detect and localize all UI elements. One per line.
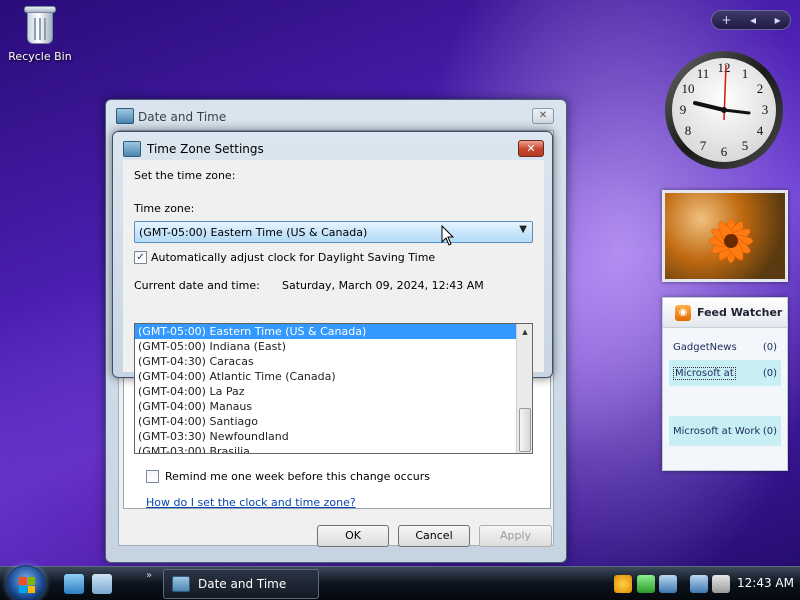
recycle-bin-desktop-icon[interactable]: Recycle Bin bbox=[6, 4, 74, 63]
set-time-zone-label: Set the time zone: bbox=[134, 169, 236, 182]
list-item[interactable]: (GMT-05:00) Indiana (East) bbox=[135, 339, 532, 354]
list-item[interactable]: (GMT-05:00) Eastern Time (US & Canada) bbox=[135, 324, 532, 339]
sync-icon[interactable] bbox=[637, 575, 655, 593]
taskbar-item-date-and-time[interactable]: Date and Time bbox=[163, 569, 319, 599]
remind-row: Remind me one week before this change oc… bbox=[146, 470, 430, 483]
clock-gadget[interactable]: 12 1 2 3 4 5 6 7 8 9 10 11 bbox=[663, 47, 785, 173]
slideshow-gadget[interactable] bbox=[662, 190, 788, 282]
clock-number-2: 2 bbox=[757, 81, 764, 96]
feed-watcher-gadget[interactable]: ◉ Feed Watcher GadgetNews (0) Microsoft … bbox=[662, 297, 788, 471]
clock-number-10: 10 bbox=[682, 81, 695, 96]
feed-item[interactable] bbox=[669, 386, 781, 416]
sidebar-controls: + ◂ ▸ bbox=[711, 10, 791, 30]
feed-item[interactable]: GadgetNews (0) bbox=[669, 334, 781, 360]
clock-number-8: 8 bbox=[685, 123, 692, 138]
remind-checkbox[interactable] bbox=[146, 470, 159, 483]
list-item[interactable]: (GMT-03:00) Brasilia bbox=[135, 444, 532, 453]
display-icon[interactable] bbox=[690, 575, 708, 593]
window-title: Date and Time bbox=[138, 110, 227, 124]
clock-number-12: 12 bbox=[718, 60, 731, 75]
ok-button[interactable]: OK bbox=[317, 525, 389, 547]
feed-watcher-title: Feed Watcher bbox=[697, 306, 783, 319]
next-gadget-page-button[interactable]: ▸ bbox=[775, 13, 781, 27]
time-zone-dropdown[interactable]: (GMT-05:00) Eastern Time (US & Canada) ▼ bbox=[134, 221, 533, 243]
dst-checkbox[interactable]: ✓ bbox=[134, 251, 147, 264]
taskbar-clock[interactable]: 12:43 AM bbox=[737, 576, 794, 590]
clock-number-6: 6 bbox=[721, 144, 728, 159]
dst-row: ✓ Automatically adjust clock for Dayligh… bbox=[134, 251, 435, 264]
start-button[interactable] bbox=[6, 565, 46, 600]
apply-button[interactable]: Apply bbox=[479, 525, 552, 547]
time-zone-selected-value: (GMT-05:00) Eastern Time (US & Canada) bbox=[139, 226, 368, 239]
date-time-app-icon bbox=[116, 108, 134, 124]
time-zone-label: Time zone: bbox=[134, 202, 195, 215]
network-icon[interactable] bbox=[659, 575, 677, 593]
list-item[interactable]: (GMT-04:00) Manaus bbox=[135, 399, 532, 414]
clock-number-3: 3 bbox=[762, 102, 769, 117]
mouse-cursor-icon bbox=[441, 225, 455, 246]
previous-gadget-page-button[interactable]: ◂ bbox=[750, 13, 756, 27]
scroll-up-icon[interactable]: ▲ bbox=[517, 324, 532, 340]
taskbar-item-label: Date and Time bbox=[198, 577, 287, 591]
rss-icon: ◉ bbox=[675, 304, 691, 321]
switch-windows-icon[interactable] bbox=[92, 574, 112, 594]
volume-muted-icon[interactable] bbox=[712, 575, 730, 593]
feed-item[interactable]: Microsoft at Work (0) bbox=[669, 416, 781, 446]
internet-explorer-icon[interactable] bbox=[64, 574, 84, 594]
chevron-down-icon: ▼ bbox=[519, 224, 527, 235]
feed-item[interactable]: Microsoft at (0) bbox=[669, 360, 781, 386]
list-item[interactable]: (GMT-03:30) Newfoundland bbox=[135, 429, 532, 444]
windows-logo-icon bbox=[19, 577, 35, 593]
current-date-time-label: Current date and time: bbox=[134, 279, 260, 292]
clock-number-4: 4 bbox=[757, 123, 764, 138]
add-gadget-button[interactable]: + bbox=[721, 13, 731, 27]
clock-number-9: 9 bbox=[680, 102, 687, 117]
recycle-bin-icon bbox=[23, 4, 57, 46]
flower-photo bbox=[708, 218, 754, 264]
clock-number-5: 5 bbox=[742, 138, 749, 153]
date-time-app-icon bbox=[172, 576, 190, 592]
list-item[interactable]: (GMT-04:00) Santiago bbox=[135, 414, 532, 429]
dialog-title: Time Zone Settings bbox=[147, 142, 264, 156]
dialog-close-button[interactable]: ✕ bbox=[518, 140, 544, 157]
current-date-time-value: Saturday, March 09, 2024, 12:43 AM bbox=[282, 279, 484, 292]
dst-label: Automatically adjust clock for Daylight … bbox=[151, 251, 436, 264]
clock-number-11: 11 bbox=[697, 66, 710, 81]
recycle-bin-label: Recycle Bin bbox=[8, 50, 72, 63]
feed-watcher-header: ◉ Feed Watcher bbox=[663, 298, 787, 328]
close-button[interactable]: ✕ bbox=[532, 108, 554, 124]
time-zone-list[interactable]: (GMT-05:00) Eastern Time (US & Canada) (… bbox=[134, 323, 533, 454]
scroll-thumb[interactable] bbox=[519, 408, 531, 452]
clock-number-7: 7 bbox=[700, 138, 707, 153]
taskbar: » Date and Time 12:43 AM bbox=[0, 565, 800, 600]
clock-number-1: 1 bbox=[742, 66, 749, 81]
remind-label: Remind me one week before this change oc… bbox=[165, 470, 430, 483]
list-scrollbar[interactable]: ▲ bbox=[516, 324, 532, 453]
time-zone-app-icon bbox=[123, 141, 141, 157]
cancel-button[interactable]: Cancel bbox=[398, 525, 470, 547]
security-alert-icon[interactable] bbox=[614, 575, 632, 593]
list-item[interactable]: (GMT-04:00) La Paz bbox=[135, 384, 532, 399]
quick-launch-overflow[interactable]: » bbox=[146, 570, 152, 581]
help-link[interactable]: How do I set the clock and time zone? bbox=[146, 496, 356, 509]
list-item[interactable]: (GMT-04:00) Atlantic Time (Canada) bbox=[135, 369, 532, 384]
list-item[interactable]: (GMT-04:30) Caracas bbox=[135, 354, 532, 369]
